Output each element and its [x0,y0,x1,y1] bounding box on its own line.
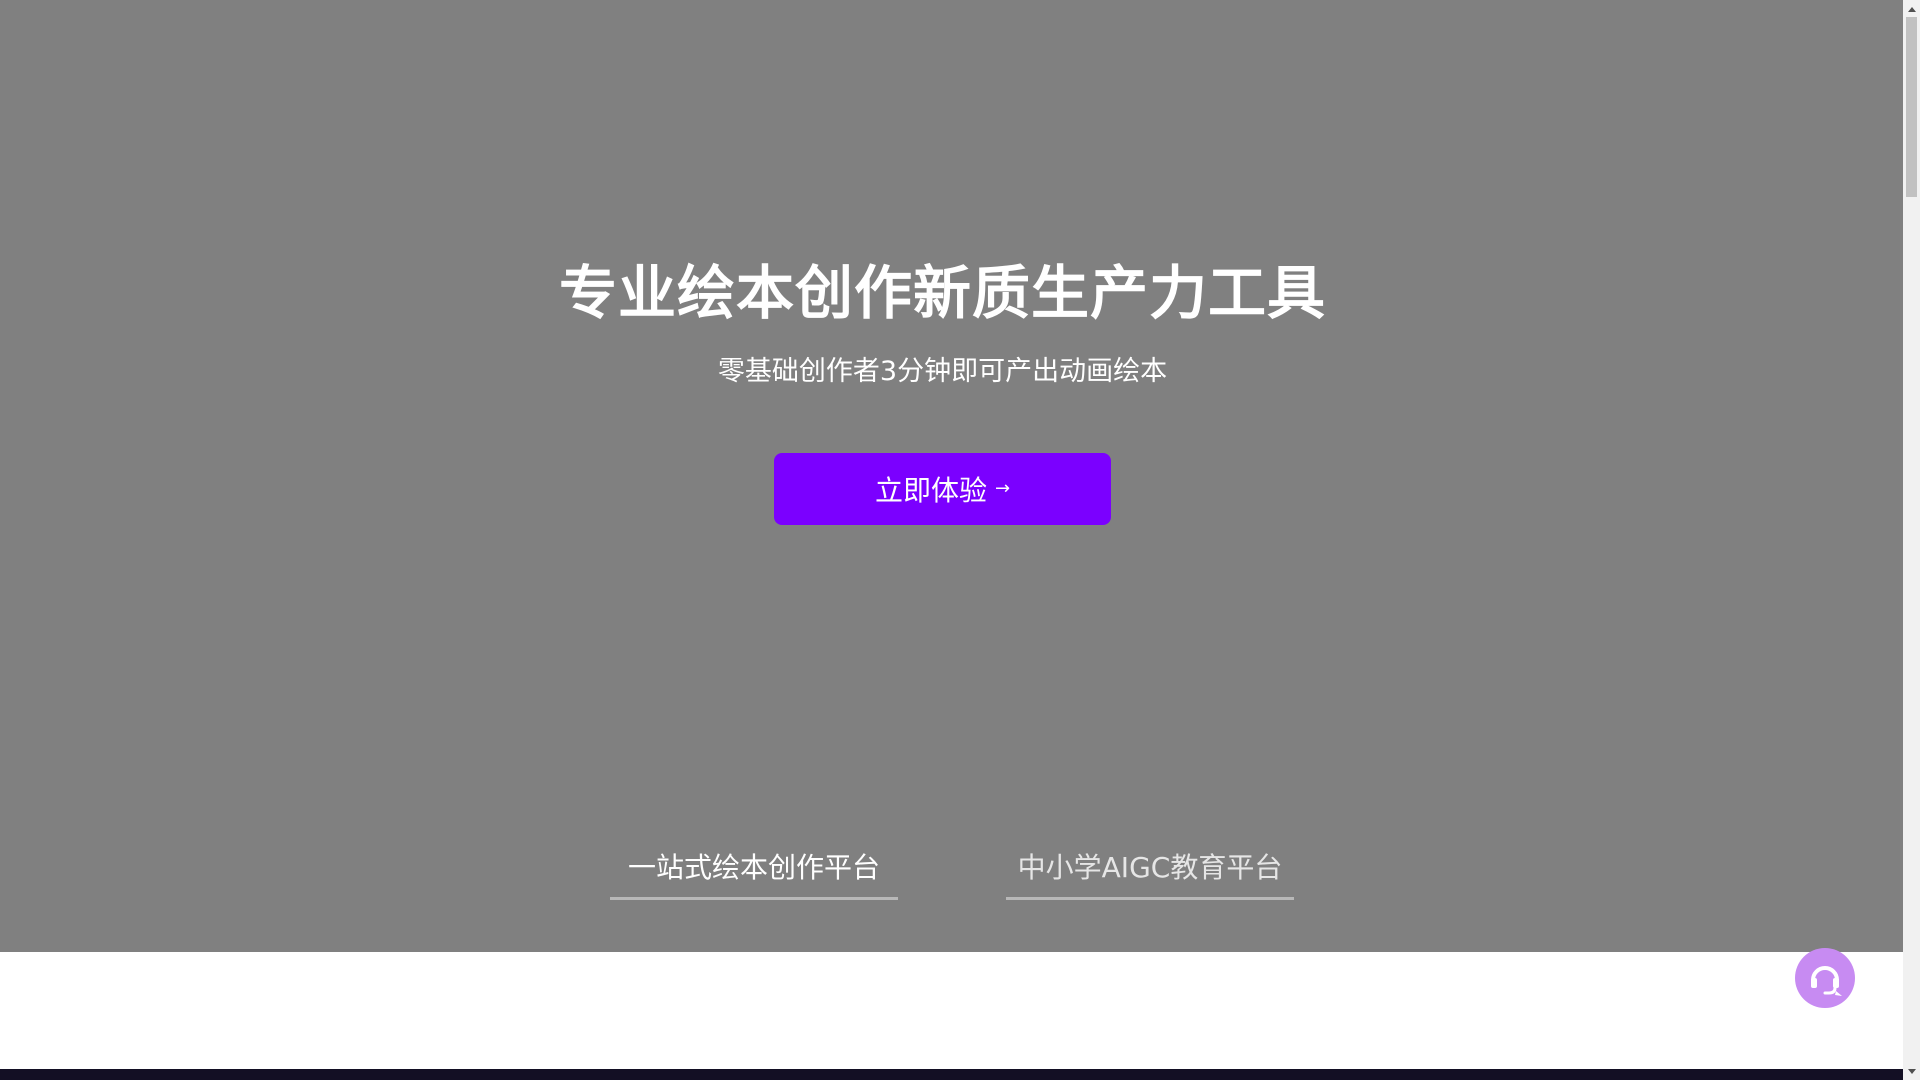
hero-section: 专业绘本创作新质生产力工具 零基础创作者3分钟即可产出动画绘本 立即体验 → 一… [0,0,1903,952]
page: 专业绘本创作新质生产力工具 零基础创作者3分钟即可产出动画绘本 立即体验 → 一… [0,0,1903,1080]
chevron-up-icon [1907,6,1916,12]
scroll-up-button[interactable] [1903,0,1920,17]
customer-support-button[interactable] [1795,948,1855,1008]
headset-chat-icon [1811,966,1842,996]
scroll-down-button[interactable] [1903,1063,1920,1080]
arrow-right-icon: → [994,478,1011,499]
tab-picture-book-platform[interactable]: 一站式绘本创作平台 [610,842,898,900]
content-section [0,952,1903,1070]
hero-title: 专业绘本创作新质生产力工具 [558,259,1326,327]
scrollbar-thumb[interactable] [1906,17,1917,197]
hero-subtitle: 零基础创作者3分钟即可产出动画绘本 [717,356,1168,387]
browser-viewport: 专业绘本创作新质生产力工具 零基础创作者3分钟即可产出动画绘本 立即体验 → 一… [0,0,1920,1080]
chevron-down-icon [1907,1068,1916,1074]
tab-aigc-education-platform[interactable]: 中小学AIGC教育平台 [1006,842,1294,900]
try-now-button[interactable]: 立即体验 → [774,453,1111,525]
try-now-label: 立即体验 [874,474,987,507]
dark-section-edge [0,1069,1903,1080]
vertical-scrollbar[interactable] [1903,0,1920,1080]
